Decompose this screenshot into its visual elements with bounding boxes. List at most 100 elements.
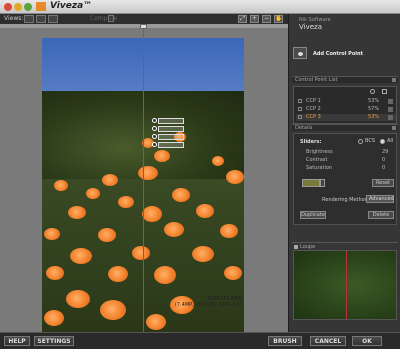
brush-button[interactable]: BRUSH [268, 336, 302, 346]
checkbox[interactable] [298, 115, 302, 119]
size-slider-bar[interactable] [158, 118, 184, 124]
zoom-out-icon[interactable]: − [262, 15, 271, 23]
zoom-in-icon[interactable]: + [250, 15, 259, 23]
poppy-flower [100, 300, 126, 320]
cp-name: CCP 2 [306, 106, 321, 112]
image-canvas[interactable]: 1099243.RAW (7.4MP, 253 180, SMG 4.1) [0, 24, 288, 332]
control-point-list-header[interactable]: Control Point List [292, 76, 398, 83]
zoom-fit-icon[interactable]: ⤢ [238, 15, 247, 23]
poppy-flower [146, 314, 166, 330]
file-info: 1099243.RAW (7.4MP, 253 180, SMG 4.1) [175, 296, 242, 308]
collapse-icon[interactable] [392, 126, 396, 130]
control-point-row[interactable]: CCP 2 57% [296, 106, 396, 113]
expand-icon[interactable] [294, 245, 298, 249]
cp-mask-toggle[interactable] [388, 115, 393, 120]
poppy-flower [68, 206, 86, 219]
cp-percent: 53% [368, 114, 380, 120]
cp-mask-toggle[interactable] [388, 99, 393, 104]
cp-mask-toggle[interactable] [388, 107, 393, 112]
close-window-button[interactable] [4, 3, 12, 11]
section-title: Control Point List [295, 77, 338, 83]
panel-title: Viveza [299, 23, 322, 31]
control-point-dot[interactable] [152, 134, 157, 139]
poppy-flower [108, 266, 128, 282]
rendering-method-select[interactable]: Advanced [366, 195, 394, 203]
poppy-flower [132, 246, 150, 260]
split-handle[interactable] [140, 24, 147, 29]
loupe-preview [293, 250, 397, 320]
checkbox[interactable] [298, 99, 302, 103]
duplicate-button[interactable]: Duplicate [300, 211, 326, 219]
minimize-window-button[interactable] [14, 3, 22, 11]
brightness-slider-bar[interactable] [158, 126, 184, 132]
loupe-header[interactable]: Loupe [292, 242, 398, 250]
cancel-button[interactable]: CANCEL [310, 336, 346, 346]
control-point-row-selected[interactable]: CCP 3 53% [296, 114, 396, 121]
color-swatch[interactable] [302, 179, 320, 187]
contrast-value[interactable]: 0 [382, 157, 385, 163]
maximize-window-button[interactable] [24, 3, 32, 11]
poppy-flower [44, 228, 60, 240]
poppy-flower [224, 266, 242, 280]
reset-button[interactable]: Reset [372, 179, 394, 187]
list-column-icons [360, 89, 390, 95]
bottom-bar: HELP SETTINGS BRUSH CANCEL OK [0, 332, 400, 349]
compare-icon[interactable] [108, 15, 114, 22]
hand-tool-icon[interactable]: ✋ [274, 15, 283, 23]
ok-button[interactable]: OK [352, 336, 382, 346]
view-toolbar: Views: Compare ⤢ + − ✋ [0, 14, 288, 24]
poppy-flower [172, 188, 190, 202]
bcs-label: BCS [365, 138, 376, 144]
control-point-dot[interactable] [152, 118, 157, 123]
control-point-dot[interactable] [152, 142, 157, 147]
poppy-flower [220, 224, 238, 238]
contrast-label: Contrast [306, 157, 328, 163]
poppy-flower [102, 174, 118, 186]
add-control-point-label: Add Control Point [313, 51, 363, 57]
all-label: All [387, 138, 394, 144]
poppy-flower [212, 156, 224, 166]
brightness-value[interactable]: 29 [382, 149, 388, 155]
poppy-flower [66, 290, 90, 308]
visibility-icon [370, 89, 375, 94]
saturation-label: Saturation [306, 165, 333, 171]
loupe-split-line [346, 251, 347, 319]
cp-name: CCP 3 [306, 114, 321, 120]
poppy-flower [142, 206, 162, 222]
right-panel: Nik Software Viveza Add Control Point Co… [288, 14, 400, 332]
sliders-label: Sliders: [300, 139, 322, 145]
collapse-icon[interactable] [392, 78, 396, 82]
poppy-flower [44, 310, 64, 326]
poppy-flower [196, 204, 214, 218]
before-after-split-line[interactable] [143, 24, 144, 332]
mask-icon [382, 89, 387, 94]
file-specs: (7.4MP, 253 180, SMG 4.1) [174, 302, 242, 308]
control-point-list: CCP 1 53% CCP 2 57% CCP 3 53% [293, 86, 397, 124]
bcs-radio[interactable] [358, 139, 363, 144]
cp-percent: 57% [368, 106, 380, 112]
title-bar: Viveza™ [0, 0, 400, 14]
control-point-icon [298, 52, 303, 56]
control-point-row[interactable]: CCP 1 53% [296, 98, 396, 105]
chevron-down-icon[interactable] [320, 179, 325, 187]
views-label: Views: [4, 15, 24, 22]
contrast-slider-bar[interactable] [158, 134, 184, 140]
checkbox[interactable] [298, 107, 302, 111]
control-point-widget[interactable] [152, 118, 186, 152]
add-control-point-button[interactable] [293, 47, 307, 59]
split-view-button[interactable] [36, 15, 46, 23]
details-header[interactable]: Details [292, 124, 398, 131]
section-title: Details [295, 125, 313, 131]
cp-name: CCP 1 [306, 98, 321, 104]
settings-button[interactable]: SETTINGS [34, 336, 74, 346]
side-by-side-view-button[interactable] [48, 15, 58, 23]
all-radio[interactable] [380, 139, 385, 144]
cp-percent: 53% [368, 98, 380, 104]
delete-button[interactable]: Delete [368, 211, 394, 219]
single-view-button[interactable] [24, 15, 34, 23]
saturation-value[interactable]: 0 [382, 165, 385, 171]
help-button[interactable]: HELP [4, 336, 30, 346]
saturation-slider-bar[interactable] [158, 142, 184, 148]
poppy-flower [192, 246, 214, 262]
control-point-dot[interactable] [152, 126, 157, 131]
